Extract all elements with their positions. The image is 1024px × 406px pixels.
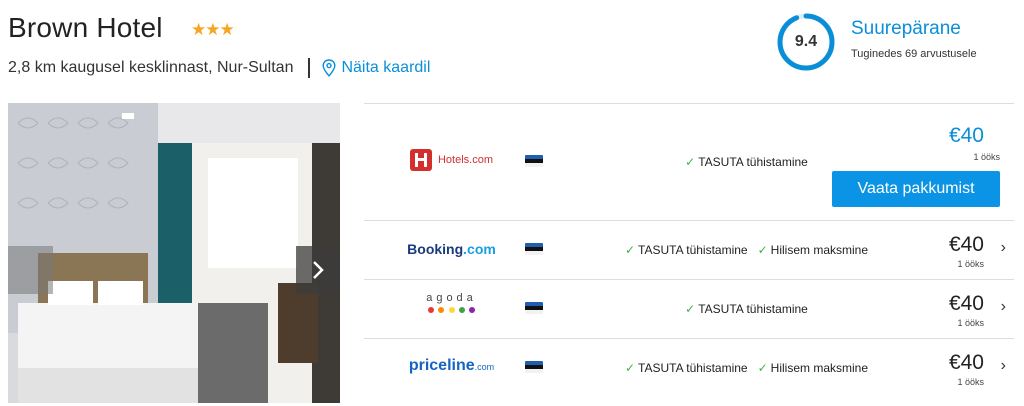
- perk-free-cancel: ✓ TASUTA tühistamine: [685, 302, 808, 316]
- location-text: 2,8 km kaugusel kesklinnast, Nur-Sultan: [8, 59, 294, 76]
- rating-label: Suurepärane: [851, 18, 961, 39]
- hotel-name: Brown Hotel: [8, 12, 163, 43]
- agoda-dots: [364, 306, 539, 313]
- estonia-flag-icon: [525, 243, 543, 255]
- offer-per-night: 1 ööks: [973, 152, 1000, 162]
- offer-price: €40: [948, 292, 984, 315]
- check-icon: ✓: [757, 243, 768, 257]
- hotel-photo[interactable]: [8, 103, 340, 403]
- chevron-right-icon[interactable]: ›: [1001, 239, 1006, 257]
- star-rating: ★★★: [191, 20, 235, 39]
- perk-free-cancel: ✓ TASUTA tühistamine: [624, 361, 748, 375]
- perk-pay-later: ✓ Hilisem maksmine: [757, 243, 869, 257]
- priceline-logo: priceline.com: [408, 357, 495, 374]
- agoda-logo: agoda: [364, 292, 539, 313]
- check-icon: ✓: [624, 361, 636, 375]
- offer-row-agoda[interactable]: agoda ✓ TASUTA tühistamine €40 1 ööks ›: [364, 279, 1014, 338]
- chevron-right-icon[interactable]: ›: [1001, 357, 1006, 375]
- photo-next-button[interactable]: [296, 246, 340, 294]
- offer-price: €40: [948, 233, 984, 256]
- offer-perks: ✓ TASUTA tühistamine: [569, 155, 924, 169]
- rating-badge: 9.4: [776, 12, 836, 72]
- map-pin-icon: [322, 59, 336, 77]
- show-on-map-link[interactable]: Näita kaardil: [322, 59, 430, 77]
- perk-pay-later: ✓ Hilisem maksmine: [757, 361, 869, 375]
- view-deal-button[interactable]: Vaata pakkumist: [832, 171, 1000, 207]
- offer-price: €40: [948, 124, 984, 147]
- chevron-right-icon[interactable]: ›: [1001, 298, 1006, 316]
- offer-row-hotels[interactable]: Hotels.com ✓ TASUTA tühistamine €40 1 öök…: [364, 103, 1014, 220]
- rating-reviews: Tuginedes 69 arvustusele: [851, 48, 977, 60]
- hotels-com-icon: [409, 149, 432, 171]
- offer-perks: ✓ TASUTA tühistamine ✓ Hilisem maksmine: [569, 361, 924, 375]
- hotels-com-logo: Hotels.com: [364, 149, 539, 176]
- offer-per-night: 1 ööks: [957, 377, 984, 387]
- offer-row-booking[interactable]: Booking.com ✓ TASUTA tühistamine ✓ Hilisem…: [364, 220, 1014, 279]
- chevron-right-icon: [313, 261, 324, 279]
- offers-list: Hotels.com ✓ TASUTA tühistamine €40 1 öök…: [364, 103, 1014, 397]
- offer-per-night: 1 ööks: [957, 318, 984, 328]
- offer-price: €40: [948, 351, 984, 374]
- location-row: 2,8 km kaugusel kesklinnast, Nur-Sultan …: [8, 58, 430, 78]
- hotels-com-label: Hotels.com: [437, 154, 494, 166]
- estonia-flag-icon: [525, 302, 543, 314]
- perk-free-cancel: ✓ TASUTA tühistamine: [624, 243, 748, 257]
- offer-perks: ✓ TASUTA tühistamine: [569, 302, 924, 316]
- show-on-map-label: Näita kaardil: [341, 59, 431, 76]
- photo-prev-button[interactable]: [8, 246, 53, 294]
- divider: [308, 58, 311, 78]
- booking-com-logo: Booking.com: [407, 241, 496, 257]
- offer-perks: ✓ TASUTA tühistamine ✓ Hilisem maksmine: [569, 243, 924, 257]
- offer-row-priceline[interactable]: priceline.com ✓ TASUTA tühistamine ✓ Hilis…: [364, 338, 1014, 397]
- check-icon: ✓: [757, 361, 768, 375]
- check-icon: ✓: [685, 302, 696, 316]
- check-icon: ✓: [685, 155, 696, 169]
- agoda-label: agoda: [426, 292, 477, 304]
- estonia-flag-icon: [525, 361, 543, 373]
- estonia-flag-icon: [525, 155, 543, 167]
- rating-score: 9.4: [794, 33, 818, 50]
- check-icon: ✓: [624, 243, 636, 257]
- offer-per-night: 1 ööks: [957, 259, 984, 269]
- perk-free-cancel: ✓ TASUTA tühistamine: [685, 155, 808, 169]
